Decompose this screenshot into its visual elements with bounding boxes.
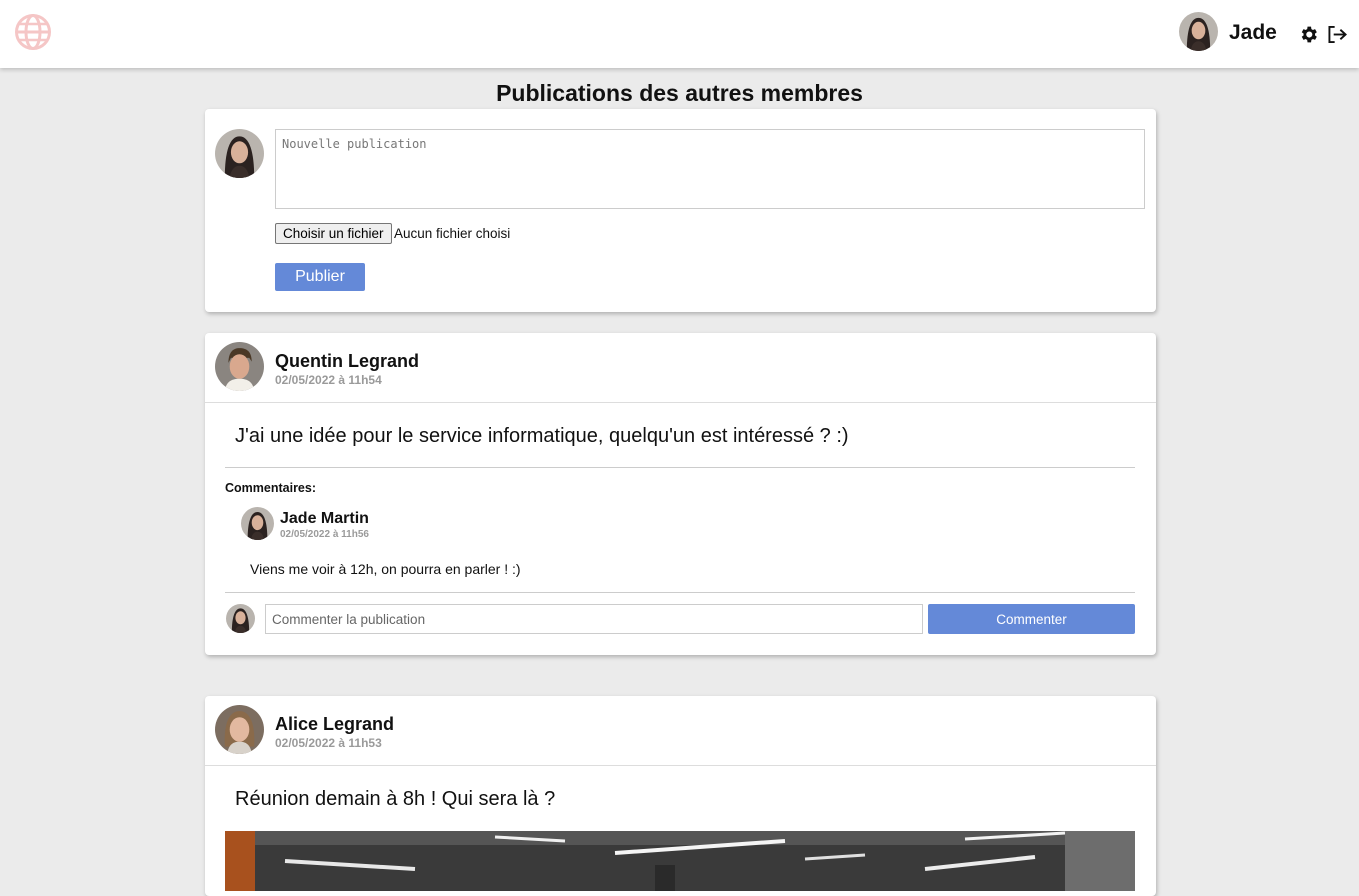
logout-icon[interactable] [1327,25,1348,44]
divider [205,402,1156,403]
avatar[interactable] [215,705,264,754]
avatar [226,604,255,633]
avatar [215,129,264,178]
avatar[interactable] [215,342,264,391]
post-author[interactable]: Alice Legrand [275,714,394,735]
page-title: Publications des autres membres [496,80,863,106]
header-username[interactable]: Jade [1229,21,1277,45]
avatar[interactable] [241,507,274,540]
post-card: Quentin Legrand 02/05/2022 à 11h54 J'ai … [205,333,1156,655]
post-author[interactable]: Quentin Legrand [275,351,419,372]
divider [225,592,1135,593]
choose-file-button[interactable]: Choisir un fichier [275,223,392,244]
comments-label: Commentaires: [225,481,316,495]
top-navbar: Jade [0,0,1359,68]
publish-button[interactable]: Publier [275,263,365,291]
avatar[interactable] [1179,12,1218,51]
post-text: Réunion demain à 8h ! Qui sera là ? [235,788,556,810]
post-image [225,831,1135,891]
divider [205,765,1156,766]
comment-text: Viens me voir à 12h, on pourra en parler… [250,561,521,577]
comment-date: 02/05/2022 à 11h56 [280,529,369,540]
comment-author[interactable]: Jade Martin [280,510,369,528]
new-post-card: Choisir un fichier Aucun fichier choisi … [205,109,1156,312]
post-date: 02/05/2022 à 11h54 [275,373,382,387]
comment-button[interactable]: Commenter [928,604,1135,634]
file-status: Aucun fichier choisi [394,226,511,241]
new-post-textarea[interactable] [275,129,1145,209]
comment-input[interactable] [265,604,923,634]
divider [225,467,1135,468]
post-card: Alice Legrand 02/05/2022 à 11h53 Réunion… [205,696,1156,896]
globe-icon[interactable] [14,13,52,51]
gear-icon[interactable] [1298,24,1319,45]
post-text: J'ai une idée pour le service informatiq… [235,425,849,447]
post-date: 02/05/2022 à 11h53 [275,736,382,750]
